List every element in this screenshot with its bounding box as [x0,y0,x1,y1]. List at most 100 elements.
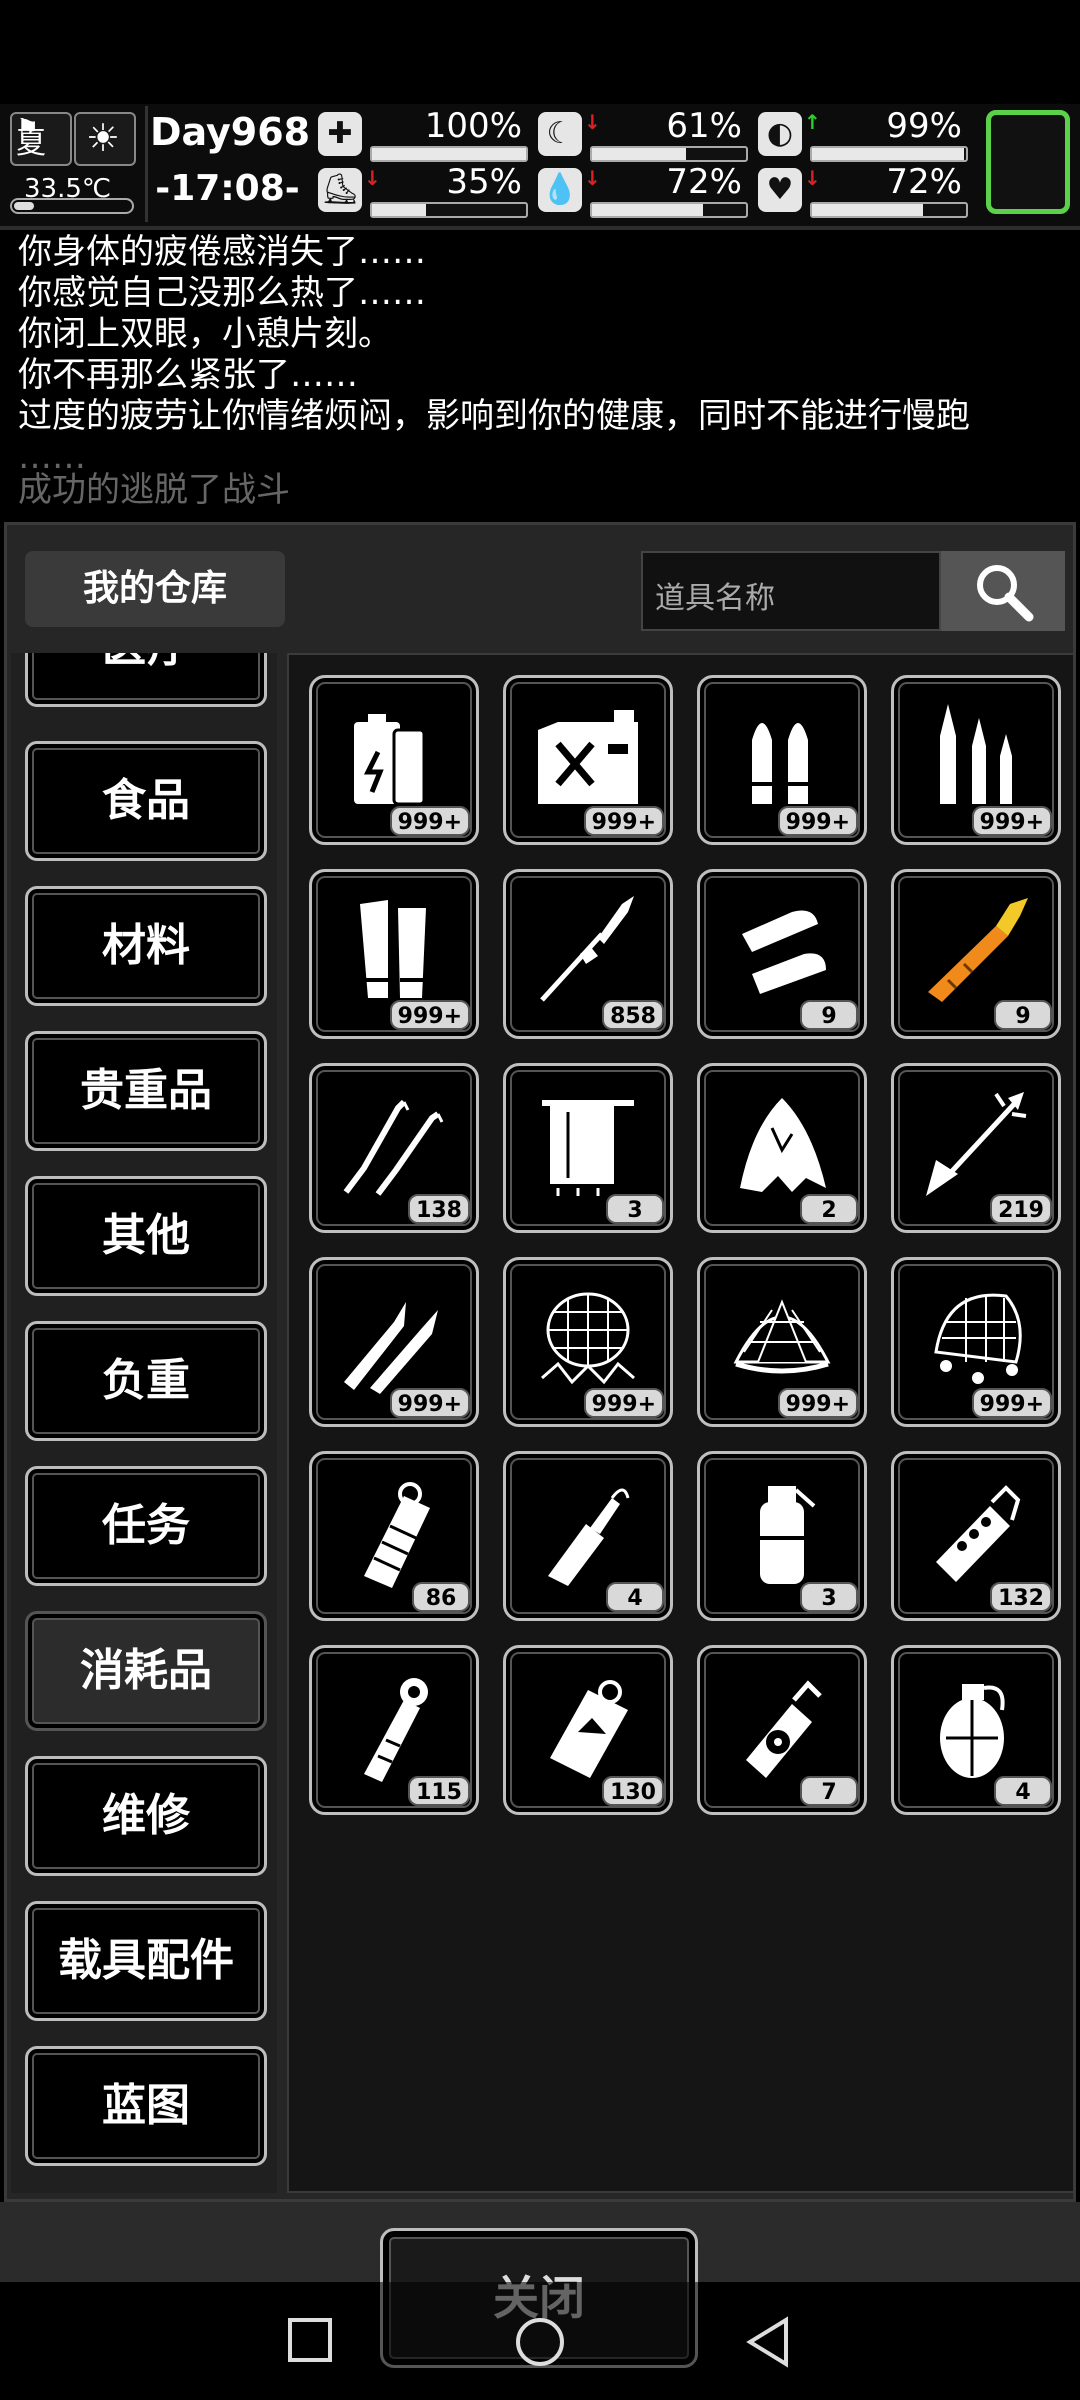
item-slot[interactable]: 999+ [309,869,479,1039]
equipment-slot[interactable] [986,110,1070,214]
item-slot[interactable]: 999+ [891,675,1061,845]
radiation-spray-icon [746,1680,822,1778]
item-slot[interactable]: 3 [697,1451,867,1621]
stat-arrow: ↓ [584,110,601,134]
item-slot[interactable]: 4 [503,1451,673,1621]
stat-hunger: ☾ ↓ 61% [538,106,748,162]
stomach-icon: ☾ [538,112,582,156]
item-count: 9 [994,1000,1052,1030]
category-medical[interactable]: 医疗 [25,653,267,707]
frag-grenade-icon [940,1684,1005,1778]
category-quest[interactable]: 任务 [25,1466,267,1586]
item-count: 858 [602,1000,664,1030]
category-materials[interactable]: 材料 [25,886,267,1006]
warehouse-title-tab[interactable]: 我的仓库 [25,551,285,627]
item-slot[interactable]: 999+ [503,1257,673,1427]
item-slot[interactable]: 999+ [697,1257,867,1427]
category-other[interactable]: 其他 [25,1176,267,1296]
item-count: 4 [994,1776,1052,1806]
item-slot[interactable]: 4 [891,1645,1061,1815]
water-drop-icon: 💧 [538,168,582,212]
lockpick-icon [343,1099,444,1196]
item-slot[interactable]: 130 [503,1645,673,1815]
item-slot[interactable]: 3 [503,1063,673,1233]
category-load[interactable]: 负重 [25,1321,267,1441]
item-slot[interactable]: 999+ [697,675,867,845]
item-slot[interactable]: 999+ [309,675,479,845]
stat-value: 72% [886,162,962,202]
spiked-net-icon [541,1292,635,1385]
item-count: 999+ [389,1388,470,1418]
stat-bar [810,202,968,218]
towel-icon [542,1100,634,1196]
item-grid: 999+ 999+ 999+ 999+ 999+ 858 9 9 138 3 2… [287,653,1075,2193]
item-slot[interactable]: 999+ [891,1257,1061,1427]
item-slot[interactable]: 999+ [309,1257,479,1427]
recents-icon[interactable] [286,2316,334,2364]
stat-arrow: ↓ [584,166,601,190]
item-slot[interactable]: 219 [891,1063,1061,1233]
pistol-bullets-icon [752,723,808,804]
stat-value: 99% [886,106,962,146]
thermometer-icon [10,198,134,214]
boot-icon: ⛸ [318,168,362,212]
weighted-net-icon [934,1293,1022,1384]
day-counter: Day968 [150,110,311,154]
item-count: 999+ [389,1000,470,1030]
darts-icon [344,1302,438,1394]
stick-grenade-icon [364,1678,428,1782]
season-indicator: 夏 ⚑ [10,112,72,166]
arrow-icon [926,1092,1027,1196]
log-line: 你闭上双眼，小憩片刻。 [18,314,392,354]
warehouse-panel: 我的仓库 道具名称 医疗 食品 材料 贵重品 其他 负重 任务 消耗品 维修 载… [4,522,1076,2202]
item-count: 999+ [971,1388,1052,1418]
stat-thirst: 💧 ↓ 72% [538,162,748,218]
log-line: 你感觉自己没那么热了…… [18,273,426,313]
torn-cloth-icon [740,1098,826,1192]
flashbang-icon [364,1482,430,1588]
category-list[interactable]: 医疗 食品 材料 贵重品 其他 负重 任务 消耗品 维修 载具配件 蓝图 [11,653,277,2193]
item-slot[interactable]: 9 [697,869,867,1039]
stat-bar [590,146,748,162]
stat-health: ✚ 100% [318,106,528,162]
search-input[interactable]: 道具名称 [641,551,941,631]
stat-bar [810,146,968,162]
game-clock: -17:08- [155,168,300,209]
item-count: 86 [412,1582,470,1612]
item-slot[interactable]: 999+ [503,675,673,845]
category-valuables[interactable]: 贵重品 [25,1031,267,1151]
category-vehicle-parts[interactable]: 载具配件 [25,1901,267,2021]
item-count: 7 [800,1776,858,1806]
stat-value: 72% [666,162,742,202]
item-count: 115 [408,1776,470,1806]
back-icon[interactable] [744,2316,792,2368]
item-slot[interactable]: 86 [309,1451,479,1621]
item-slot[interactable]: 2 [697,1063,867,1233]
item-slot[interactable]: 115 [309,1645,479,1815]
medkit-icon: ✚ [318,112,362,156]
search-icon [977,565,1034,622]
category-repair[interactable]: 维修 [25,1756,267,1876]
stat-bar [370,202,528,218]
item-slot[interactable]: 9 [891,869,1061,1039]
item-slot[interactable]: 7 [697,1645,867,1815]
stat-stamina: ⛸ ↓ 35% [318,162,528,218]
category-blueprints[interactable]: 蓝图 [25,2046,267,2166]
item-count: 219 [990,1194,1052,1224]
item-count: 999+ [389,806,470,836]
home-icon[interactable] [514,2316,566,2368]
c4-charge-icon [550,1680,628,1778]
category-consumables[interactable]: 消耗品 [25,1611,267,1731]
item-slot[interactable]: 138 [309,1063,479,1233]
log-line: 成功的逃脱了战斗 [18,470,290,510]
battery-icon [354,714,426,806]
item-slot[interactable]: 858 [503,869,673,1039]
category-food[interactable]: 食品 [25,741,267,861]
stat-bladder: ◐ ↑ 99% [758,106,968,162]
log-line: 你身体的疲倦感消失了…… [18,232,426,272]
message-log: 你身体的疲倦感消失了…… 你感觉自己没那么热了…… 你闭上双眼，小憩片刻。 你不… [0,232,1080,522]
stat-value: 35% [446,162,522,202]
item-slot[interactable]: 132 [891,1451,1061,1621]
search-button[interactable] [941,551,1065,631]
stat-arrow: ↓ [364,166,381,190]
